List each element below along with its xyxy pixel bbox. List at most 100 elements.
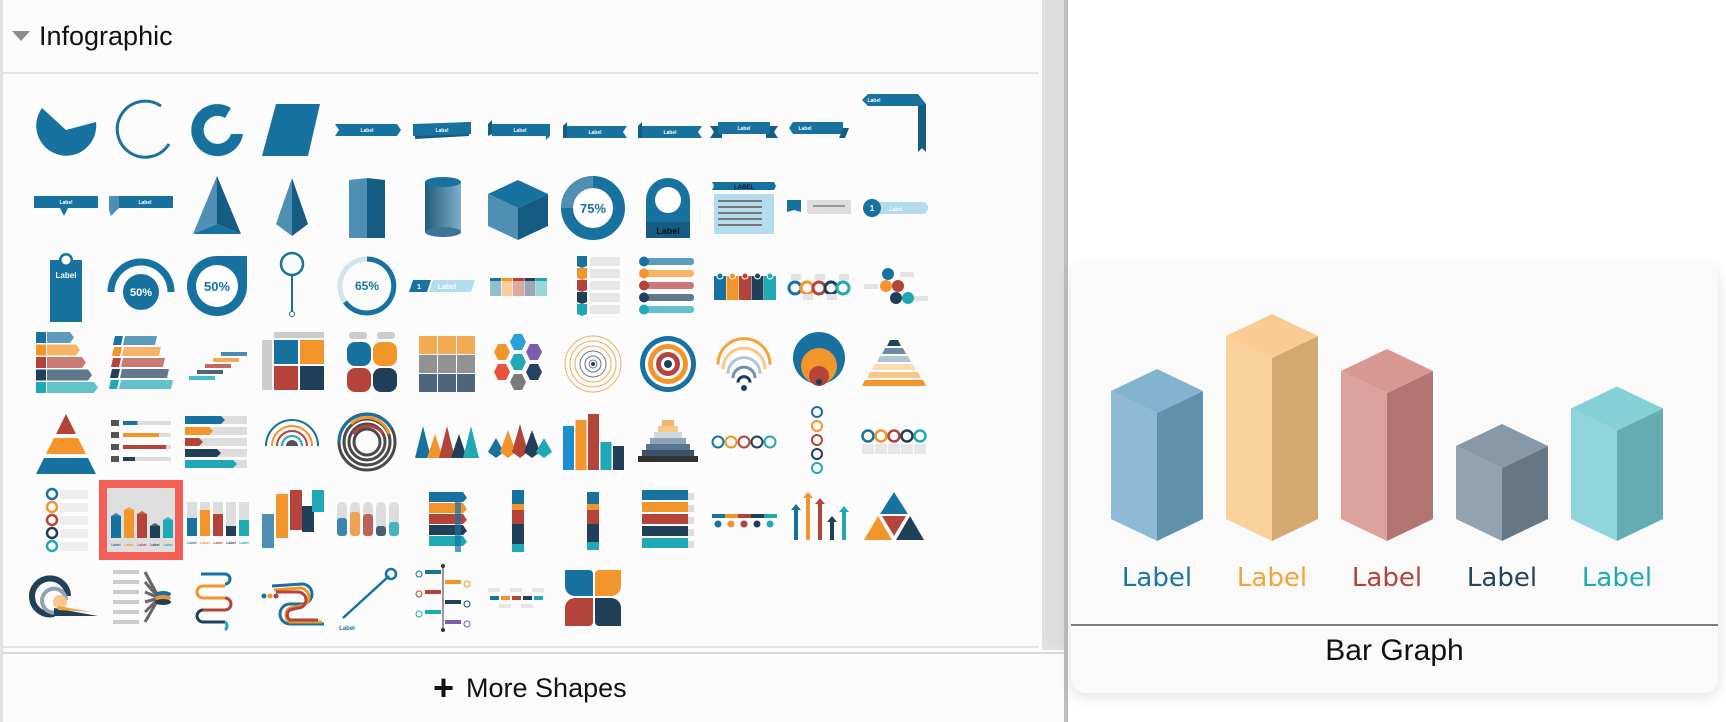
shape-step-list[interactable]: [551, 246, 635, 326]
shape-ribbon-stack[interactable]: [401, 480, 485, 560]
shape-stair-steps[interactable]: [175, 324, 259, 404]
shape-wave-circles[interactable]: [777, 246, 861, 326]
step-pyramid-icon: [638, 420, 699, 462]
shape-matrix-rounded[interactable]: [325, 324, 409, 404]
shape-pyramid-3d[interactable]: [175, 168, 259, 248]
shape-triangle-split[interactable]: [852, 480, 936, 560]
shape-pyramid-tall[interactable]: [250, 168, 334, 248]
shape-cylinder-stack-2[interactable]: [551, 480, 635, 560]
shape-s-curve[interactable]: [175, 558, 259, 638]
shape-glass-bars[interactable]: Label Label Label Label Label: [175, 480, 259, 560]
shape-arrow-bars[interactable]: [175, 402, 259, 482]
table-grid-icon: [489, 278, 547, 296]
shape-callout-fold[interactable]: Label: [99, 168, 183, 248]
shape-ring-row[interactable]: [702, 402, 786, 482]
scrollbar-thumb[interactable]: [1045, 0, 1065, 644]
shape-matrix-2x2[interactable]: [250, 324, 334, 404]
shape-open-arc[interactable]: [99, 90, 183, 170]
shape-banner-list[interactable]: [626, 480, 710, 560]
numbered-tab-icon: 1 Label: [408, 280, 475, 292]
shape-pin-line[interactable]: Label: [325, 558, 409, 638]
more-shapes-button[interactable]: + More Shapes: [433, 668, 627, 708]
shape-radial-bars[interactable]: [325, 402, 409, 482]
shape-callout-bottom[interactable]: Label: [24, 168, 108, 248]
shape-cone-peaks[interactable]: [476, 402, 560, 482]
shape-fan-out[interactable]: [99, 558, 183, 638]
shape-numbered-tab[interactable]: 1 Label: [401, 246, 485, 326]
shape-note-card[interactable]: [777, 168, 861, 248]
shape-ring-column[interactable]: [777, 402, 861, 482]
shape-pie-partial[interactable]: [24, 90, 108, 170]
shape-drop-50[interactable]: 50%: [175, 246, 259, 326]
shape-hexagon-cluster[interactable]: [476, 324, 560, 404]
shape-glass-cylinders[interactable]: [325, 480, 409, 560]
shape-signal-arcs[interactable]: [702, 324, 786, 404]
shape-progress-bars[interactable]: [99, 402, 183, 482]
shape-prism[interactable]: [325, 168, 409, 248]
matrix-3x3-icon: [418, 336, 475, 392]
section-header-infographic[interactable]: Infographic: [3, 0, 1039, 74]
shape-table-grid[interactable]: [476, 246, 560, 326]
shape-arrow-columns[interactable]: [551, 402, 635, 482]
more-shapes-label: More Shapes: [466, 672, 627, 703]
shape-target[interactable]: [626, 324, 710, 404]
shape-arrows-up[interactable]: [777, 480, 861, 560]
shape-tag-label[interactable]: Label: [626, 168, 710, 248]
shape-stacked-pyramid[interactable]: [852, 324, 936, 404]
shape-bar-graph-3d[interactable]: Label Label Label Label Label: [99, 480, 184, 560]
shape-skyline-3d[interactable]: [250, 480, 334, 560]
shape-pyramid-3-level[interactable]: [24, 402, 108, 482]
shape-step-pyramid[interactable]: [626, 402, 710, 482]
four-leaf-icon: [565, 570, 622, 626]
shape-road-curve[interactable]: [250, 558, 334, 638]
shape-column-cards[interactable]: [702, 246, 786, 326]
shape-ribbon-arrow[interactable]: Label: [325, 90, 409, 170]
shape-parallelogram[interactable]: [250, 90, 334, 170]
shape-text-card[interactable]: LABEL: [702, 168, 786, 248]
shape-ribbon-flag[interactable]: Label: [777, 90, 861, 170]
shape-numbered-list[interactable]: [626, 246, 710, 326]
shape-ribbon-notched[interactable]: Label: [551, 90, 635, 170]
shape-gear-cluster[interactable]: [852, 246, 936, 326]
shape-cylinder[interactable]: [401, 168, 485, 248]
panel-splitter[interactable]: [1064, 0, 1068, 722]
shape-ribbon-corner[interactable]: Label: [852, 90, 936, 170]
ring-list-icon: [45, 487, 88, 553]
shape-progress-65[interactable]: 65%: [325, 246, 409, 326]
shape-gauge-50[interactable]: 50%: [99, 246, 183, 326]
shape-vertical-timeline[interactable]: [401, 558, 485, 638]
shape-ripple[interactable]: [551, 324, 635, 404]
timeline-dots-icon: [711, 514, 777, 528]
shape-numbered-pill[interactable]: 1 Label: [852, 168, 936, 248]
shape-cube[interactable]: [476, 168, 560, 248]
shape-hang-tag[interactable]: Label: [24, 246, 108, 326]
shape-ring-list[interactable]: [24, 480, 108, 560]
shape-stair-list[interactable]: [24, 324, 108, 404]
wave-circles-icon: [787, 274, 851, 300]
shape-matrix-3x3[interactable]: [401, 324, 485, 404]
shape-ribbon-tilted[interactable]: Label: [401, 90, 485, 170]
shape-cylinder-stack[interactable]: [476, 480, 560, 560]
svg-text:Label: Label: [139, 200, 153, 206]
shape-spiral-ramp[interactable]: [24, 558, 108, 638]
shape-triangle-peaks[interactable]: [401, 402, 485, 482]
bar-left-face: [1111, 391, 1157, 541]
shape-mini-timeline[interactable]: [476, 558, 560, 638]
shape-ribbon-folded-left[interactable]: Label: [476, 90, 560, 170]
shape-donut-75[interactable]: 75%: [551, 168, 635, 248]
shape-nested-circles[interactable]: [777, 324, 861, 404]
svg-text:Label: Label: [798, 126, 812, 132]
shape-four-leaf[interactable]: [551, 558, 635, 638]
svg-text:Label: Label: [589, 130, 603, 136]
shape-thick-arc[interactable]: [175, 90, 259, 170]
shape-arc-gauge[interactable]: [250, 402, 334, 482]
shape-ring-cards[interactable]: [852, 402, 936, 482]
banner-list-icon: [642, 490, 695, 548]
shape-ribbon-notched-2[interactable]: Label: [626, 90, 710, 170]
shape-slanted-list[interactable]: [99, 324, 183, 404]
shape-ribbon-banner[interactable]: Label: [702, 90, 786, 170]
svg-text:Label: Label: [513, 128, 527, 134]
collapse-caret-icon[interactable]: [12, 31, 30, 41]
shape-timeline-dots[interactable]: [702, 480, 786, 560]
shape-pin[interactable]: [250, 246, 334, 326]
